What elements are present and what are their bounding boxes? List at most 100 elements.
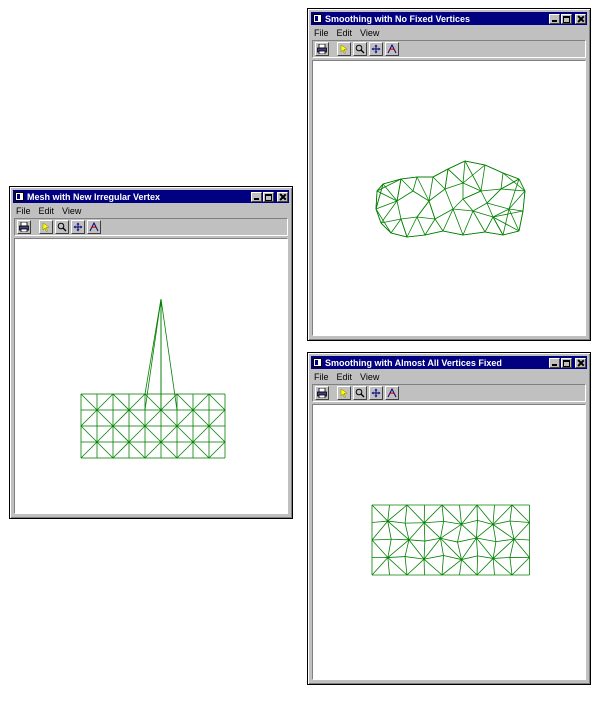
menu-view[interactable]: View [360, 28, 379, 38]
app-icon[interactable] [15, 192, 24, 201]
smoothing-no-fixed-window[interactable]: Smoothing with No Fixed Vertices File Ed… [307, 8, 591, 341]
mesh-edge [444, 188, 454, 210]
mesh-edge [522, 190, 526, 212]
close-button[interactable] [575, 13, 586, 24]
mesh-edge [371, 557, 389, 576]
menu-edit[interactable]: Edit [39, 206, 55, 216]
close-button[interactable] [575, 357, 586, 368]
mesh-edge [371, 504, 389, 522]
mesh-edge [144, 393, 162, 411]
print-icon[interactable] [17, 220, 31, 234]
menu-edit[interactable]: Edit [337, 372, 353, 382]
mesh-edge [441, 555, 444, 576]
rotate-icon[interactable] [385, 42, 399, 56]
mesh-edge [447, 160, 466, 170]
pan-icon[interactable] [369, 386, 383, 400]
mesh-edge [423, 558, 443, 576]
rotate-icon[interactable] [87, 220, 101, 234]
mesh-edge [459, 504, 462, 525]
mesh-canvas[interactable] [14, 238, 288, 514]
mesh-edge [96, 409, 114, 427]
mesh-irregular-window[interactable]: Mesh with New Irregular Vertex File Edit… [9, 186, 293, 519]
mesh-edge [412, 176, 418, 192]
select-icon[interactable] [337, 42, 351, 56]
maximize-button[interactable] [263, 191, 274, 202]
mesh-edge [440, 537, 458, 543]
mesh-edge [408, 539, 425, 542]
mesh-canvas[interactable] [312, 60, 586, 336]
mesh-edge [476, 558, 494, 576]
print-icon[interactable] [315, 386, 329, 400]
mesh-edge [502, 208, 510, 236]
mesh-edge [371, 538, 392, 541]
mesh-canvas[interactable] [312, 404, 586, 680]
mesh-edge [404, 556, 425, 560]
mesh-edge [509, 520, 530, 523]
mesh-edge [160, 441, 178, 459]
mesh-edge [387, 556, 406, 558]
pan-icon[interactable] [369, 42, 383, 56]
mesh-edge [423, 541, 426, 560]
mesh-edge [208, 441, 226, 459]
mesh-edge [464, 160, 482, 192]
menu-file[interactable]: File [314, 28, 329, 38]
mesh-edge [484, 164, 504, 174]
mesh-edge [371, 539, 389, 558]
mesh-edge [476, 504, 494, 525]
mesh-edge [424, 218, 436, 236]
mesh-edge [434, 218, 444, 232]
select-icon[interactable] [39, 220, 53, 234]
mesh-edge [462, 190, 482, 200]
mesh-edge [80, 441, 98, 459]
mesh-edge [80, 393, 98, 411]
zoom-icon[interactable] [353, 42, 367, 56]
print-icon[interactable] [315, 42, 329, 56]
title-bar[interactable]: Mesh with New Irregular Vertex [13, 190, 289, 203]
menu-edit[interactable]: Edit [337, 28, 353, 38]
mesh-edge [492, 558, 513, 576]
app-icon[interactable] [313, 358, 322, 367]
minimize-button[interactable] [549, 13, 560, 24]
menu-file[interactable]: File [314, 372, 329, 382]
mesh-edge [112, 425, 130, 443]
app-icon[interactable] [313, 14, 322, 23]
rotate-icon[interactable] [385, 386, 399, 400]
mesh-edge [502, 172, 520, 180]
mesh-edge [492, 558, 495, 576]
mesh-edge [176, 441, 194, 459]
mesh-edge [423, 504, 443, 524]
mesh-edge [208, 409, 226, 427]
close-button[interactable] [277, 191, 288, 202]
menu-view[interactable]: View [62, 206, 81, 216]
menu-view[interactable]: View [360, 372, 379, 382]
mesh-edge [144, 441, 162, 459]
mesh-edge [387, 557, 408, 576]
mesh-edge [128, 393, 146, 411]
smoothing-almost-all-fixed-window[interactable]: Smoothing with Almost All Vertices Fixed… [307, 352, 591, 685]
mesh-edge [513, 522, 530, 540]
toolbar [312, 384, 586, 402]
mesh-edge [144, 425, 162, 443]
mesh-edge [380, 218, 402, 224]
mesh-edge [176, 425, 194, 443]
mesh-edge [396, 190, 414, 202]
minimize-button[interactable] [549, 357, 560, 368]
mesh-edge [480, 164, 486, 192]
mesh-edge [476, 524, 494, 539]
zoom-icon[interactable] [55, 220, 69, 234]
mesh-edge [160, 393, 178, 411]
maximize-button[interactable] [561, 357, 572, 368]
mesh-edge [441, 504, 445, 522]
select-icon[interactable] [337, 386, 351, 400]
maximize-button[interactable] [561, 13, 572, 24]
mesh-edge [128, 425, 146, 443]
title-bar[interactable]: Smoothing with Almost All Vertices Fixed [311, 356, 587, 369]
zoom-icon[interactable] [353, 386, 367, 400]
toolbar [14, 218, 288, 236]
mesh-edge [396, 200, 402, 220]
title-bar[interactable]: Smoothing with No Fixed Vertices [311, 12, 587, 25]
pan-icon[interactable] [71, 220, 85, 234]
menu-file[interactable]: File [16, 206, 31, 216]
mesh-edge [428, 200, 436, 220]
minimize-button[interactable] [251, 191, 262, 202]
